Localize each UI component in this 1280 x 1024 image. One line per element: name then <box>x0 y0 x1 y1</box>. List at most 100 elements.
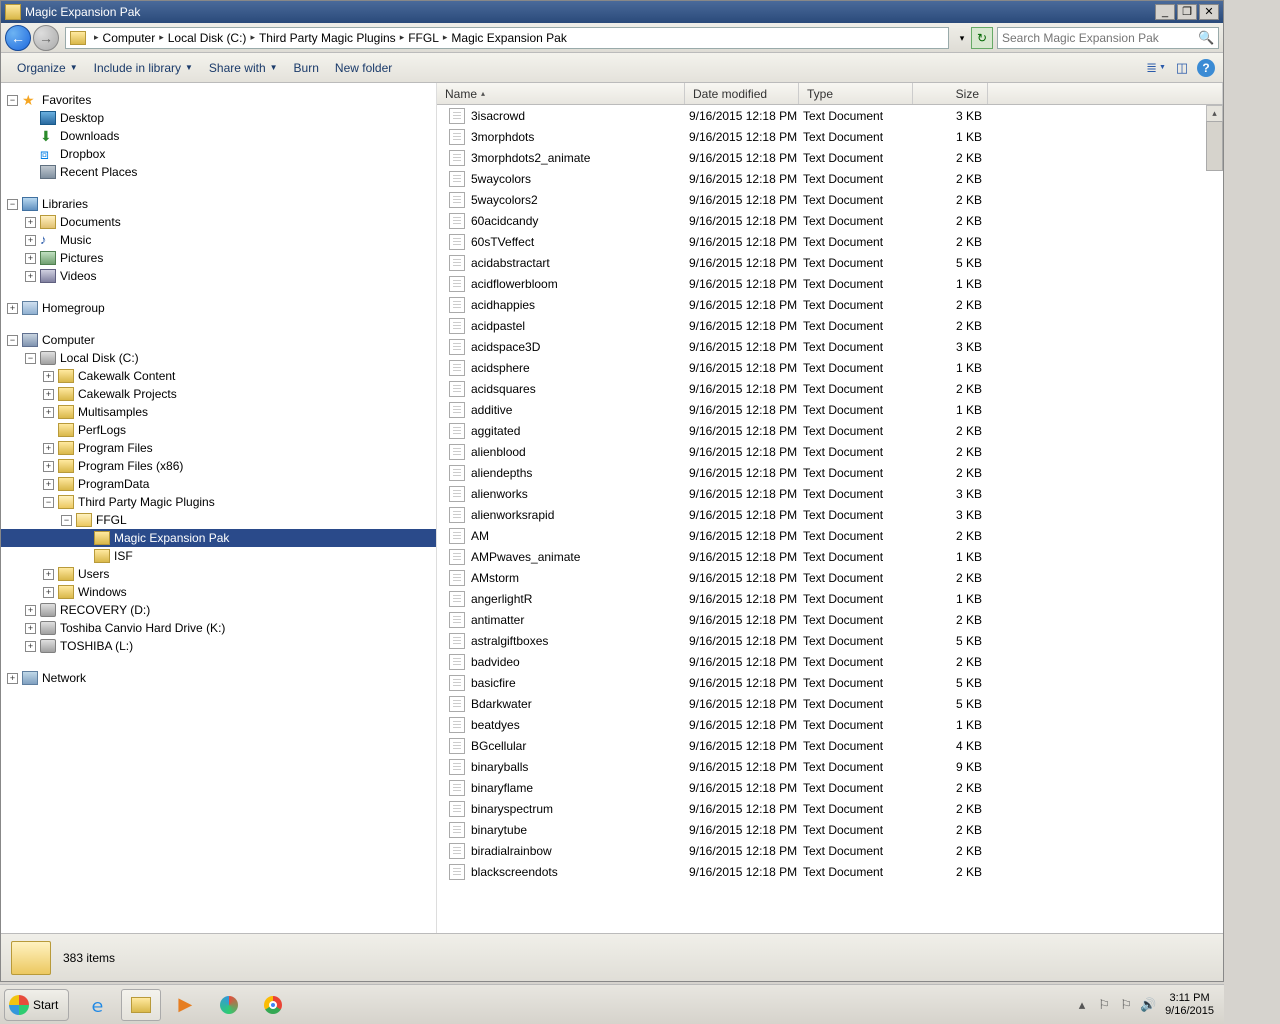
file-row[interactable]: BGcellular9/16/2015 12:18 PMText Documen… <box>437 735 1223 756</box>
expander-icon[interactable]: + <box>43 461 54 472</box>
tree-magicexp[interactable]: Magic Expansion Pak <box>1 529 436 547</box>
expander-icon[interactable]: + <box>43 407 54 418</box>
file-row[interactable]: 3isacrowd9/16/2015 12:18 PMText Document… <box>437 105 1223 126</box>
file-row[interactable]: acidpastel9/16/2015 12:18 PMText Documen… <box>437 315 1223 336</box>
col-spare[interactable] <box>988 83 1223 104</box>
expander-icon[interactable]: + <box>25 235 36 246</box>
crumb-computer[interactable]: Computer <box>103 31 156 45</box>
include-library-button[interactable]: Include in library▼ <box>86 57 201 79</box>
tree-cakecontent[interactable]: +Cakewalk Content <box>1 367 436 385</box>
tree-progdata[interactable]: +ProgramData <box>1 475 436 493</box>
file-row[interactable]: beatdyes9/16/2015 12:18 PMText Document1… <box>437 714 1223 735</box>
tree-documents[interactable]: +Documents <box>1 213 436 231</box>
expander-icon[interactable]: + <box>43 587 54 598</box>
tree-dropbox[interactable]: ⧈Dropbox <box>1 145 436 163</box>
tray-volume-icon[interactable]: 🔊 <box>1139 996 1157 1014</box>
file-row[interactable]: alienworksrapid9/16/2015 12:18 PMText Do… <box>437 504 1223 525</box>
organize-button[interactable]: Organize▼ <box>9 57 86 79</box>
expander-icon[interactable]: + <box>7 303 18 314</box>
file-row[interactable]: alienblood9/16/2015 12:18 PMText Documen… <box>437 441 1223 462</box>
taskbar-chrome-icon[interactable] <box>253 989 293 1021</box>
file-row[interactable]: additive9/16/2015 12:18 PMText Document1… <box>437 399 1223 420</box>
file-row[interactable]: AMPwaves_animate9/16/2015 12:18 PMText D… <box>437 546 1223 567</box>
tree-network[interactable]: +Network <box>1 669 436 687</box>
file-row[interactable]: aggitated9/16/2015 12:18 PMText Document… <box>437 420 1223 441</box>
file-row[interactable]: binaryspectrum9/16/2015 12:18 PMText Doc… <box>437 798 1223 819</box>
burn-button[interactable]: Burn <box>286 57 327 79</box>
file-row[interactable]: badvideo9/16/2015 12:18 PMText Document2… <box>437 651 1223 672</box>
tree-multisamples[interactable]: +Multisamples <box>1 403 436 421</box>
taskbar-media-icon[interactable]: ▶ <box>165 989 205 1021</box>
expander-icon[interactable]: + <box>43 389 54 400</box>
tree-isf[interactable]: ISF <box>1 547 436 565</box>
breadcrumb-path[interactable]: ▸Computer ▸Local Disk (C:) ▸Third Party … <box>65 27 949 49</box>
preview-pane-button[interactable]: ◫ <box>1171 57 1193 79</box>
address-dropdown[interactable]: ▾ <box>953 27 971 49</box>
tree-computer[interactable]: −Computer <box>1 331 436 349</box>
tree-windows[interactable]: +Windows <box>1 583 436 601</box>
file-row[interactable]: Bdarkwater9/16/2015 12:18 PMText Documen… <box>437 693 1223 714</box>
expander-icon[interactable]: + <box>43 443 54 454</box>
share-with-button[interactable]: Share with▼ <box>201 57 286 79</box>
file-row[interactable]: acidspace3D9/16/2015 12:18 PMText Docume… <box>437 336 1223 357</box>
forward-button[interactable]: → <box>33 25 59 51</box>
crumb-localc[interactable]: Local Disk (C:) <box>168 31 247 45</box>
tree-perflogs[interactable]: PerfLogs <box>1 421 436 439</box>
file-row[interactable]: 60acidcandy9/16/2015 12:18 PMText Docume… <box>437 210 1223 231</box>
file-row[interactable]: acidflowerbloom9/16/2015 12:18 PMText Do… <box>437 273 1223 294</box>
tree-pictures[interactable]: +Pictures <box>1 249 436 267</box>
tree-music[interactable]: +♪Music <box>1 231 436 249</box>
file-row[interactable]: binaryflame9/16/2015 12:18 PMText Docume… <box>437 777 1223 798</box>
help-button[interactable]: ? <box>1197 59 1215 77</box>
maximize-button[interactable]: ❐ <box>1177 4 1197 20</box>
expander-icon[interactable]: + <box>43 479 54 490</box>
taskbar-ie-icon[interactable]: ｅ <box>77 989 117 1021</box>
scroll-thumb[interactable] <box>1206 121 1223 171</box>
expander-icon[interactable]: + <box>25 641 36 652</box>
file-list[interactable]: ▴ 3isacrowd9/16/2015 12:18 PMText Docume… <box>437 105 1223 933</box>
expander-icon[interactable]: − <box>43 497 54 508</box>
file-row[interactable]: 60sTVeffect9/16/2015 12:18 PMText Docume… <box>437 231 1223 252</box>
file-row[interactable]: biradialrainbow9/16/2015 12:18 PMText Do… <box>437 840 1223 861</box>
expander-icon[interactable]: + <box>25 253 36 264</box>
crumb-ffgl[interactable]: FFGL <box>408 31 439 45</box>
expander-icon[interactable]: + <box>25 217 36 228</box>
expander-icon[interactable]: + <box>25 605 36 616</box>
crumb-thirdparty[interactable]: Third Party Magic Plugins <box>259 31 396 45</box>
expander-icon[interactable]: + <box>25 623 36 634</box>
file-row[interactable]: AMstorm9/16/2015 12:18 PMText Document2 … <box>437 567 1223 588</box>
tree-libraries[interactable]: −Libraries <box>1 195 436 213</box>
search-box[interactable]: 🔍 <box>997 27 1219 49</box>
file-row[interactable]: angerlightR9/16/2015 12:18 PMText Docume… <box>437 588 1223 609</box>
tree-cakeproj[interactable]: +Cakewalk Projects <box>1 385 436 403</box>
expander-icon[interactable]: + <box>25 271 36 282</box>
tree-favorites[interactable]: −★Favorites <box>1 91 436 109</box>
taskbar-explorer-icon[interactable] <box>121 989 161 1021</box>
tree-users[interactable]: +Users <box>1 565 436 583</box>
tree-thirdparty[interactable]: −Third Party Magic Plugins <box>1 493 436 511</box>
col-size[interactable]: Size <box>913 83 988 104</box>
file-row[interactable]: acidhappies9/16/2015 12:18 PMText Docume… <box>437 294 1223 315</box>
col-date[interactable]: Date modified <box>685 83 799 104</box>
file-row[interactable]: 3morphdots2_animate9/16/2015 12:18 PMTex… <box>437 147 1223 168</box>
minimize-button[interactable]: _ <box>1155 4 1175 20</box>
file-row[interactable]: basicfire9/16/2015 12:18 PMText Document… <box>437 672 1223 693</box>
tree-homegroup[interactable]: +Homegroup <box>1 299 436 317</box>
file-row[interactable]: 5waycolors9/16/2015 12:18 PMText Documen… <box>437 168 1223 189</box>
search-input[interactable] <box>1002 31 1198 45</box>
expander-icon[interactable]: − <box>7 95 18 106</box>
tray-show-hidden-icon[interactable]: ▴ <box>1073 996 1091 1014</box>
file-row[interactable]: 3morphdots9/16/2015 12:18 PMText Documen… <box>437 126 1223 147</box>
expander-icon[interactable]: − <box>61 515 72 526</box>
tray-clock[interactable]: 3:11 PM 9/16/2015 <box>1165 992 1214 1018</box>
tree-downloads[interactable]: ⬇Downloads <box>1 127 436 145</box>
file-row[interactable]: astralgiftboxes9/16/2015 12:18 PMText Do… <box>437 630 1223 651</box>
crumb-current[interactable]: Magic Expansion Pak <box>451 31 566 45</box>
expander-icon[interactable]: + <box>43 569 54 580</box>
expander-icon[interactable]: + <box>43 371 54 382</box>
search-icon[interactable]: 🔍 <box>1198 30 1214 46</box>
tree-progfiles[interactable]: +Program Files <box>1 439 436 457</box>
tray-flag2-icon[interactable]: ⚐ <box>1117 996 1135 1014</box>
new-folder-button[interactable]: New folder <box>327 57 400 79</box>
scroll-up-button[interactable]: ▴ <box>1206 105 1223 122</box>
